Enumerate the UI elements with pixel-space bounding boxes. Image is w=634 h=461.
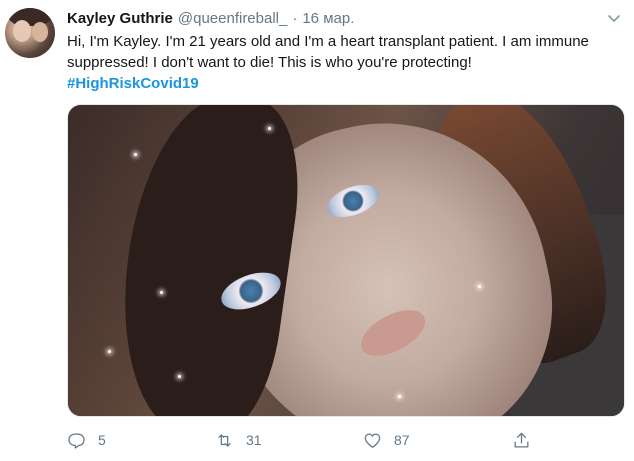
tweet-date[interactable]: 16 мар.	[302, 10, 354, 27]
share-button[interactable]	[512, 430, 531, 450]
retweet-icon	[218, 433, 231, 447]
avatar[interactable]	[5, 8, 55, 58]
retweet-count: 31	[246, 432, 262, 448]
like-count: 87	[394, 432, 410, 448]
separator-dot: ·	[292, 9, 298, 27]
hashtag-link[interactable]: #HighRiskCovid19	[67, 75, 199, 92]
sparkle-decoration	[134, 153, 137, 156]
author-handle[interactable]: @queenfireball_	[178, 10, 287, 27]
sparkle-decoration	[398, 395, 401, 398]
reply-button[interactable]: 5	[67, 430, 106, 450]
tweet-text: Hi, I'm Kayley. I'm 21 years old and I'm…	[67, 31, 617, 94]
like-button[interactable]: 87	[363, 430, 410, 450]
sparkle-decoration	[268, 127, 271, 130]
tweet-photo[interactable]	[67, 104, 625, 417]
avatar-face-left	[13, 20, 31, 42]
reply-icon	[68, 433, 85, 449]
tweet[interactable]: Kayley Guthrie @queenfireball_ · 16 мар.…	[0, 0, 634, 461]
tweet-header: Kayley Guthrie @queenfireball_ · 16 мар.	[67, 8, 354, 28]
retweet-button[interactable]: 31	[215, 430, 262, 450]
chevron-down-icon[interactable]	[606, 10, 622, 26]
sparkle-decoration	[160, 291, 163, 294]
avatar-hair	[5, 8, 55, 26]
author-name[interactable]: Kayley Guthrie	[67, 10, 173, 27]
share-icon	[514, 432, 529, 447]
sparkle-decoration	[178, 375, 181, 378]
reply-count: 5	[98, 432, 106, 448]
tweet-actions: 5 31 87	[67, 430, 537, 450]
avatar-face-right	[32, 22, 48, 42]
tweet-body: Hi, I'm Kayley. I'm 21 years old and I'm…	[67, 33, 589, 71]
sparkle-decoration	[478, 285, 481, 288]
sparkle-decoration	[108, 350, 111, 353]
heart-icon	[364, 433, 381, 448]
